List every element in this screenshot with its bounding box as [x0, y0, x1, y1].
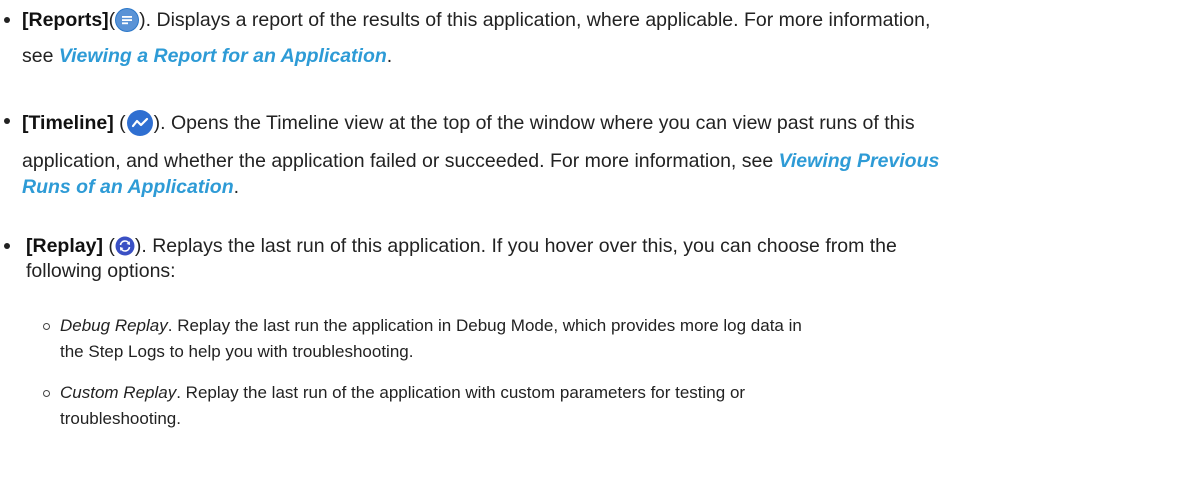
documentation-excerpt: [Reports](). Displays a report of the re…: [0, 0, 1201, 491]
custom-replay-name: Custom Replay: [60, 383, 177, 402]
debug-description-2: the Step Logs to help you with troublesh…: [60, 342, 414, 361]
reports-term: [Reports]: [22, 9, 109, 31]
sub-bullet: [43, 323, 50, 330]
reports-period: .: [386, 45, 393, 67]
replay-options-list: Debug Replay. Replay the last run the ap…: [0, 314, 1180, 431]
sub-item-debug-replay: Debug Replay. Replay the last run the ap…: [0, 314, 1180, 364]
list-item-timeline: [Timeline] (). Opens the Timeline view a…: [0, 109, 1201, 199]
timeline-line-1: [Timeline] (). Opens the Timeline view a…: [22, 109, 1201, 137]
custom-description: . Replay the last run of the application…: [176, 383, 746, 402]
timeline-term: [Timeline]: [22, 112, 114, 134]
replay-description: . Replays the last run of this applicati…: [141, 235, 897, 257]
replay-term: [Replay]: [26, 235, 103, 257]
bullet: [4, 243, 10, 249]
timeline-description: . Opens the Timeline view at the top of …: [160, 112, 915, 134]
bullet: [4, 118, 10, 124]
replay-icon[interactable]: [115, 236, 135, 256]
custom-description-2: troubleshooting.: [60, 409, 181, 428]
reports-description: . Displays a report of the results of th…: [145, 9, 931, 31]
debug-line-2: the Step Logs to help you with troublesh…: [60, 340, 1180, 364]
reports-link[interactable]: Viewing a Report for an Application: [59, 45, 387, 67]
timeline-line-2: application, and whether the application…: [22, 149, 1201, 173]
replay-text-2: following options:: [26, 260, 176, 282]
timeline-link-part1[interactable]: Viewing Previous: [779, 150, 940, 172]
custom-line-1: Custom Replay. Replay the last run of th…: [60, 381, 1180, 405]
reports-line-2: see Viewing a Report for an Application.: [22, 44, 1201, 68]
timeline-link-part2[interactable]: Runs of an Application: [22, 176, 234, 198]
debug-description: . Replay the last run the application in…: [167, 316, 802, 335]
timeline-icon[interactable]: [126, 109, 154, 137]
custom-line-2: troubleshooting.: [60, 407, 1180, 431]
sub-bullet: [43, 390, 50, 397]
sub-item-custom-replay: Custom Replay. Replay the last run of th…: [0, 381, 1180, 431]
reports-line-1: [Reports](). Displays a report of the re…: [22, 8, 931, 32]
replay-line-2: following options:: [22, 259, 1201, 283]
debug-replay-name: Debug Replay: [60, 316, 168, 335]
reports-see-text: see: [22, 45, 59, 67]
reports-icon[interactable]: [115, 8, 140, 32]
list-item-reports: [Reports](). Displays a report of the re…: [0, 8, 1201, 68]
replay-line-1: [Replay] (). Replays the last run of thi…: [26, 235, 897, 257]
timeline-line-3: Runs of an Application.: [22, 175, 1201, 199]
timeline-text-2: application, and whether the application…: [22, 150, 779, 172]
list-item-replay: [Replay] (). Replays the last run of thi…: [0, 234, 1201, 428]
debug-line-1: Debug Replay. Replay the last run the ap…: [60, 314, 1180, 338]
timeline-period: .: [233, 176, 240, 198]
bullet: [4, 17, 10, 23]
